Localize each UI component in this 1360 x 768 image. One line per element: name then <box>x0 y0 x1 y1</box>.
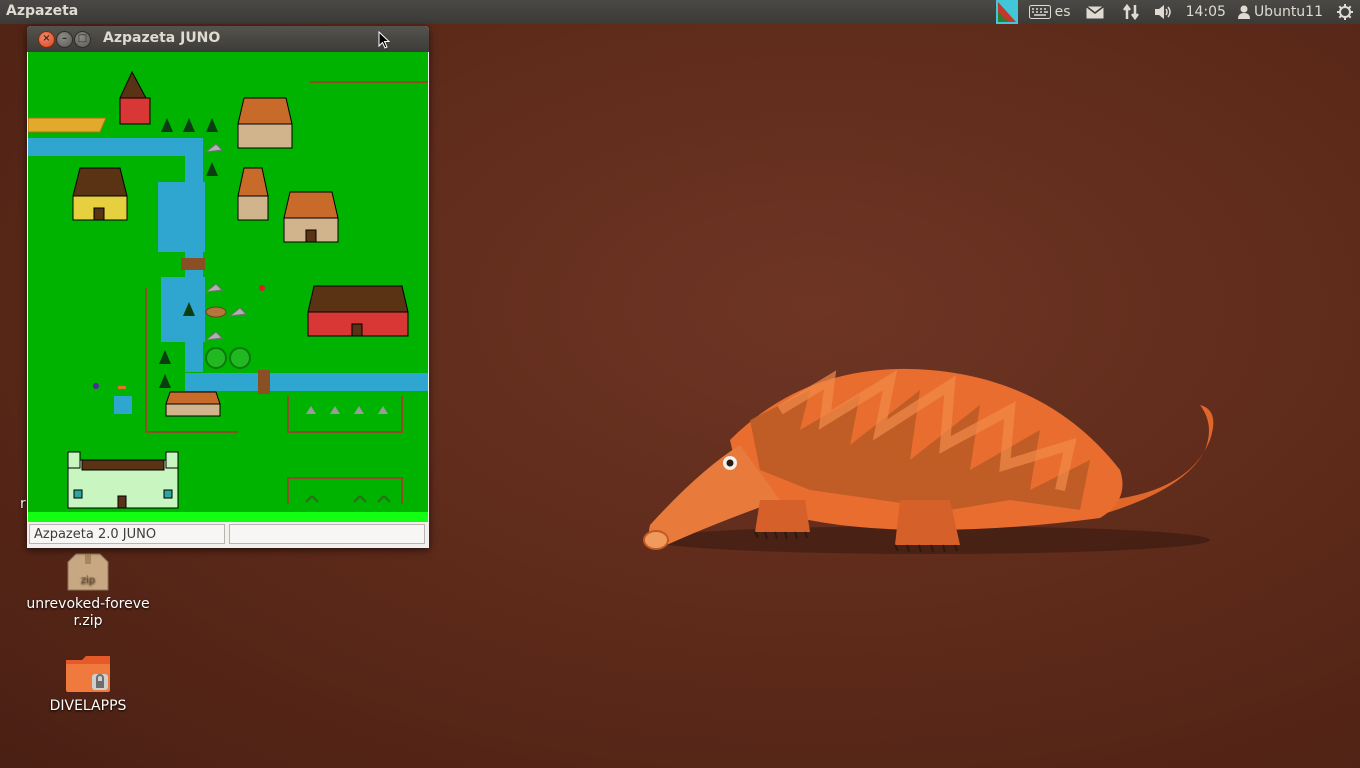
game-map[interactable] <box>28 52 428 524</box>
zip-badge-text: zip <box>81 575 95 586</box>
dirt-mound <box>205 306 227 318</box>
network-icon <box>1122 3 1139 21</box>
clock[interactable]: 14:05 <box>1180 0 1232 24</box>
user-icon <box>1237 5 1250 19</box>
desktop-icon-label: unrevoked-forever.zip <box>26 596 150 629</box>
messaging-indicator[interactable] <box>1076 0 1114 24</box>
shed-tan[interactable] <box>165 391 221 417</box>
volume-icon <box>1154 5 1171 19</box>
minimize-icon: – <box>62 33 67 44</box>
user-name-label: Ubuntu11 <box>1253 4 1323 20</box>
status-text-left: Azpazeta 2.0 JUNO <box>29 524 225 544</box>
user-menu[interactable]: Ubuntu11 <box>1232 0 1329 24</box>
well[interactable] <box>205 347 227 369</box>
keyboard-indicator[interactable]: es <box>1024 0 1076 24</box>
window-statusbar: Azpazeta 2.0 JUNO <box>27 522 429 548</box>
maximize-button[interactable]: □ <box>74 31 91 48</box>
minimize-button[interactable]: – <box>56 31 73 48</box>
zip-archive-icon: zip <box>67 553 109 591</box>
well[interactable] <box>229 347 251 369</box>
keyboard-layout-label: es <box>1054 4 1071 20</box>
bridge[interactable] <box>181 258 205 270</box>
desktop-icon-divelapps[interactable]: DIVELAPPS <box>36 654 140 715</box>
azpazeta-window: × – □ Azpazeta JUNO Azpazeta 2.0 JUNO <box>27 26 429 548</box>
house-yellow[interactable] <box>72 167 128 221</box>
notification-flag-icon[interactable] <box>995 0 1018 24</box>
active-app-name: Azpazeta <box>6 3 79 19</box>
desktop-icon-label: DIVELAPPS <box>49 698 127 714</box>
indicator-area: es 14:05 Ubuntu11 <box>995 0 1360 24</box>
small-item[interactable] <box>118 386 126 389</box>
house-tan-door[interactable] <box>283 191 339 243</box>
mansion-light-green[interactable] <box>67 451 179 509</box>
barn-red[interactable] <box>307 285 409 337</box>
close-icon: × <box>42 33 51 44</box>
window-title: Azpazeta JUNO <box>103 30 221 46</box>
npc-character[interactable] <box>93 383 99 389</box>
hay-field[interactable] <box>28 117 107 133</box>
mouse-cursor-icon <box>378 31 390 49</box>
mail-icon <box>1085 5 1104 18</box>
house-tan-small[interactable] <box>237 167 269 221</box>
power-gear-icon <box>1337 4 1353 20</box>
locked-folder-icon <box>66 656 110 692</box>
status-text-right <box>229 524 425 544</box>
pangolin-wallpaper-illustration <box>643 368 1214 554</box>
window-titlebar[interactable]: × – □ Azpazeta JUNO <box>27 26 429 52</box>
keyboard-icon <box>1028 5 1051 19</box>
network-indicator[interactable] <box>1114 0 1148 24</box>
game-map-area[interactable] <box>28 52 428 524</box>
house-tan-large[interactable] <box>237 97 293 149</box>
player-character[interactable] <box>259 285 265 291</box>
bridge[interactable] <box>258 370 270 394</box>
desktop-icon-unrevoked-zip[interactable]: zip unrevoked-forever.zip <box>16 552 160 630</box>
session-menu[interactable] <box>1329 0 1360 24</box>
top-panel: Azpazeta es 14:05 Ubuntu11 <box>0 0 1360 24</box>
sound-indicator[interactable] <box>1148 0 1180 24</box>
close-button[interactable]: × <box>38 31 55 48</box>
maximize-icon: □ <box>77 33 88 44</box>
